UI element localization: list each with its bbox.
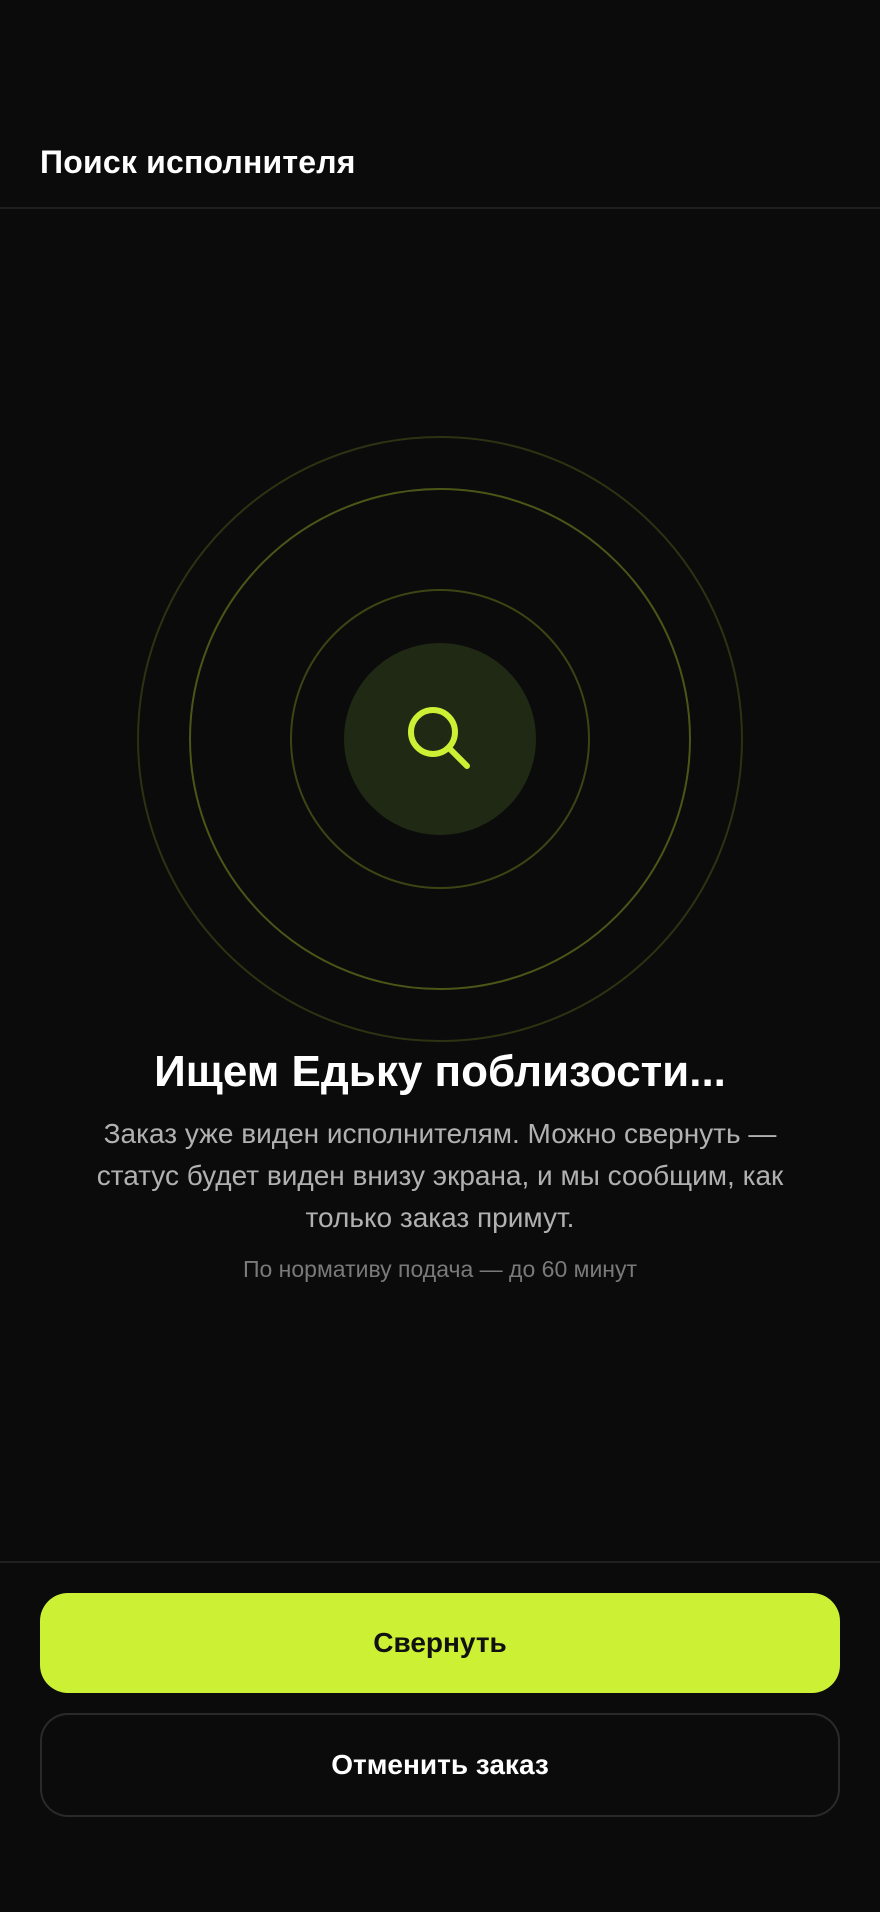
footer-actions: Свернуть Отменить заказ	[0, 1561, 880, 1912]
header: Поиск исполнителя	[0, 0, 880, 209]
search-icon	[408, 707, 470, 769]
search-description: Заказ уже виден исполнителям. Можно свер…	[96, 1118, 784, 1233]
page-title: Поиск исполнителя	[40, 144, 356, 180]
cancel-order-button[interactable]: Отменить заказ	[40, 1713, 840, 1817]
search-title: Ищем Едьку поблизости...	[154, 1047, 726, 1096]
search-radar	[137, 436, 743, 1042]
collapse-button[interactable]: Свернуть	[40, 1593, 840, 1693]
delivery-time-note: По нормативу подача — до 60 минут	[242, 1256, 638, 1282]
search-performer-screen: Поиск исполнителя Ищем Едьку поблизости.…	[0, 0, 880, 1912]
